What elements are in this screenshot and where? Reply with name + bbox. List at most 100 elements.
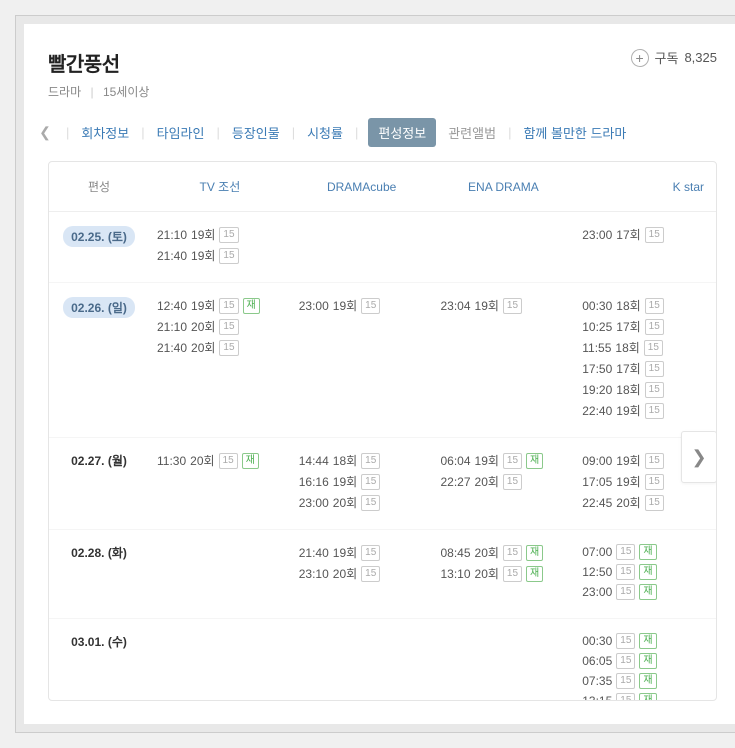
episode-label: 17회 (616, 360, 640, 377)
episode-label: 18회 (615, 339, 639, 356)
date-cell: 02.28. (화) (49, 530, 149, 619)
tab-albums[interactable]: 관련앨범 (446, 119, 498, 146)
episode-label: 20회 (475, 544, 499, 561)
broadcast-slot[interactable]: 17:5017회15 (582, 360, 708, 377)
schedule-body: 02.25. (토)21:1019회1521:4019회1523:0017회15… (49, 212, 716, 702)
broadcast-slot[interactable]: 23:0017회15 (582, 226, 708, 243)
broadcast-slot[interactable]: 06:0515재 (582, 653, 708, 669)
date-badge: 02.27. (월) (71, 452, 127, 469)
app-container: 빨간풍선 드라마 | 15세이상 + 구독 8,325 ❮ | 회차정보 | 타… (24, 24, 735, 724)
episode-label: 19회 (616, 473, 640, 490)
broadcast-slot[interactable]: 12:5015재 (582, 564, 708, 580)
age-badge: 15 (616, 584, 635, 600)
broadcast-slot[interactable]: 21:1020회15 (157, 318, 283, 335)
age-badge: 15 (219, 227, 238, 243)
tab-episodes[interactable]: 회차정보 (79, 119, 131, 146)
genre-label: 드라마 (48, 85, 81, 99)
age-badge: 15 (616, 633, 635, 649)
age-badge: 15 (361, 298, 380, 314)
tab-cast[interactable]: 등장인물 (230, 119, 282, 146)
broadcast-slot[interactable]: 22:4019회15 (582, 402, 708, 419)
col-tvchosun[interactable]: TV 조선 (149, 162, 291, 212)
broadcast-slot[interactable]: 13:1515재 (582, 693, 708, 701)
broadcast-slot[interactable]: 12:4019회15재 (157, 297, 283, 314)
broadcast-slot[interactable]: 00:3018회15 (582, 297, 708, 314)
age-badge: 15 (503, 453, 522, 469)
age-badge: 15 (503, 566, 522, 582)
broadcast-slot[interactable]: 21:4020회15 (157, 339, 283, 356)
broadcast-slot[interactable]: 13:1020회15재 (441, 565, 567, 582)
table-row: 02.26. (일)12:4019회15재21:1020회1521:4020회1… (49, 283, 716, 438)
broadcast-slot[interactable]: 23:0020회15 (299, 494, 425, 511)
subscribe-count: 8,325 (684, 50, 717, 65)
schedule-cell (149, 619, 291, 702)
broadcast-time: 22:27 (441, 475, 471, 489)
broadcast-slot[interactable]: 00:3015재 (582, 633, 708, 649)
broadcast-slot[interactable]: 23:0419회15 (441, 297, 567, 314)
episode-label: 19회 (333, 473, 357, 490)
rerun-badge: 재 (526, 545, 543, 561)
broadcast-slot[interactable]: 10:25 17회 15 (582, 318, 708, 335)
broadcast-slot[interactable]: 22:4520회15 (582, 494, 708, 511)
table-header-row: 편성 TV 조선 DRAMAcube ENA DRAMA K star (49, 162, 716, 212)
broadcast-slot[interactable]: 22:2720회15 (441, 473, 567, 490)
broadcast-slot[interactable]: 21:4019회15 (299, 544, 425, 561)
title-block: 빨간풍선 드라마 | 15세이상 (48, 48, 149, 100)
broadcast-time: 23:00 (582, 585, 612, 599)
tab-ratings[interactable]: 시청률 (305, 119, 345, 146)
tab-prev-icon[interactable]: ❮ (34, 124, 56, 141)
tab-schedule[interactable]: 편성정보 (368, 118, 436, 147)
broadcast-slot[interactable]: 21:4019회15 (157, 247, 283, 264)
col-kstar[interactable]: K star (574, 162, 716, 212)
episode-label: 19회 (191, 297, 215, 314)
broadcast-slot[interactable]: 23:0015재 (582, 584, 708, 600)
rerun-badge: 재 (526, 566, 543, 582)
broadcast-slot[interactable]: 14:4418회15 (299, 452, 425, 469)
broadcast-slot[interactable]: 11:5518회15 (582, 339, 708, 356)
broadcast-slot[interactable]: 07:3515재 (582, 673, 708, 689)
broadcast-time: 22:40 (582, 404, 612, 418)
broadcast-slot[interactable]: 23:0019회15 (299, 297, 425, 314)
schedule-cell (433, 212, 575, 283)
episode-label: 17회 (616, 318, 640, 335)
episode-label: 20회 (191, 318, 215, 335)
broadcast-slot[interactable]: 23:1020회15 (299, 565, 425, 582)
broadcast-time: 10:25 (582, 320, 612, 334)
broadcast-slot[interactable]: 06:0419회15재 (441, 452, 567, 469)
age-badge: 15 (503, 474, 522, 490)
meta-separator: | (90, 85, 93, 99)
schedule-cell (291, 619, 433, 702)
age-badge: 15 (616, 653, 635, 669)
broadcast-slot[interactable]: 16:1619회15 (299, 473, 425, 490)
tab-timeline[interactable]: 타임라인 (155, 119, 207, 146)
scroll-right-button[interactable]: ❯ (681, 431, 717, 483)
broadcast-time: 17:05 (582, 475, 612, 489)
broadcast-slot[interactable]: 07:0015재 (582, 544, 708, 560)
broadcast-time: 14:44 (299, 454, 329, 468)
tab-separator: | (141, 125, 144, 140)
schedule-cell: 23:0017회15 (574, 212, 716, 283)
broadcast-time: 17:50 (582, 362, 612, 376)
rerun-badge: 재 (243, 298, 260, 314)
episode-label: 19회 (475, 297, 499, 314)
broadcast-slot[interactable]: 08:4520회15재 (441, 544, 567, 561)
plus-icon: + (631, 49, 649, 67)
episode-label: 19회 (333, 544, 357, 561)
rerun-badge: 재 (639, 564, 656, 580)
broadcast-slot[interactable]: 21:1019회15 (157, 226, 283, 243)
episode-label: 19회 (191, 247, 215, 264)
broadcast-slot[interactable]: 11:3020회15재 (157, 452, 283, 469)
col-dramacube[interactable]: DRAMAcube (291, 162, 433, 212)
date-cell: 02.27. (월) (49, 438, 149, 530)
col-enadrama[interactable]: ENA DRAMA (433, 162, 575, 212)
age-badge: 15 (219, 248, 238, 264)
subscribe-button[interactable]: + 구독 8,325 (631, 48, 717, 67)
age-badge: 15 (361, 453, 380, 469)
broadcast-slot[interactable]: 19:2018회15 (582, 381, 708, 398)
age-badge: 15 (645, 319, 664, 335)
age-badge: 15 (616, 564, 635, 580)
schedule-cell: 23:0019회15 (291, 283, 433, 438)
age-badge: 15 (645, 382, 664, 398)
tab-recommend[interactable]: 함께 볼만한 드라마 (521, 119, 628, 146)
broadcast-time: 13:10 (441, 567, 471, 581)
